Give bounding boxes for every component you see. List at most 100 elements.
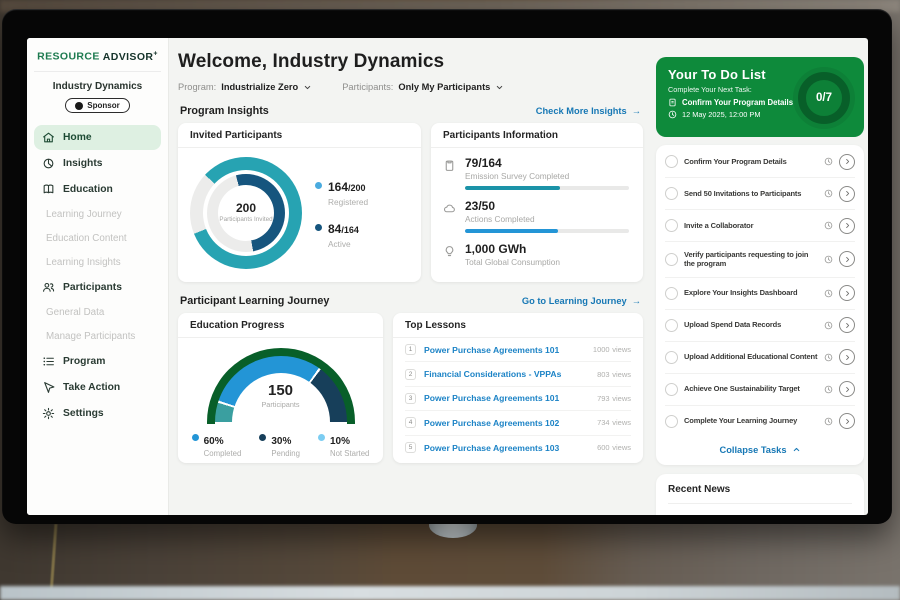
task-row-explore-insights[interactable]: Explore Your Insights Dashboard [665,278,855,310]
lesson-rank: 5 [405,442,416,453]
active-dot [315,224,322,231]
completed-dot [192,434,199,441]
sponsor-badge: Sponsor [65,98,129,113]
task-open-button[interactable] [839,218,855,234]
brand-logo: RESOURCE ADVISOR+ [34,47,161,72]
chevron-right-icon [844,256,851,263]
task-checkbox[interactable] [665,415,678,428]
donut-center-label: Participants Invited [219,216,272,224]
chevron-down-icon [495,83,504,92]
education-gauge-chart: 150 Participants [207,348,355,424]
lesson-row-1[interactable]: 1 Power Purchase Agreements 101 1000 vie… [405,338,631,362]
arrow-right-icon: → [632,106,641,116]
lesson-link[interactable]: Power Purchase Agreements 101 [424,345,593,355]
task-open-button[interactable] [839,349,855,365]
todo-summary-card: Your To Do List Complete Your Next Task:… [656,57,864,137]
lesson-row-2[interactable]: 2 Financial Considerations - VPPAs 803 v… [405,362,631,386]
chevron-down-icon [303,83,312,92]
lesson-link[interactable]: Financial Considerations - VPPAs [424,369,597,379]
sidebar-item-home[interactable]: Home [34,125,161,150]
task-open-button[interactable] [839,285,855,301]
task-open-button[interactable] [839,381,855,397]
photo-background: RESOURCE ADVISOR+ Industry Dynamics Spon… [0,0,900,600]
stat-emission-survey: 79/164 Emission Survey Completed [443,156,629,190]
education-progress-header: Education Progress [178,313,383,338]
sidebar-item-education[interactable]: Education [34,177,161,202]
program-filter[interactable]: Program: Industrialize Zero [178,82,312,92]
lesson-rank: 4 [405,417,416,428]
task-checkbox[interactable] [665,219,678,232]
chevron-right-icon [844,158,851,165]
sidebar-item-settings[interactable]: Settings [34,401,161,426]
sidebar-item-participants[interactable]: Participants [34,275,161,300]
brand-plus: + [153,50,158,57]
legend-active: 84/164 Active [315,220,368,249]
clock-icon [824,289,833,298]
go-to-learning-journey-link[interactable]: Go to Learning Journey → [522,296,641,306]
task-open-button[interactable] [839,186,855,202]
program-filter-label: Program: [178,82,216,92]
sidebar-item-learning-insights[interactable]: Learning Insights [34,251,161,274]
lesson-link[interactable]: Power Purchase Agreements 102 [424,418,597,428]
stat-bar-fill-1 [465,229,558,233]
task-open-button[interactable] [839,317,855,333]
lesson-rank: 2 [405,369,416,380]
sidebar-item-learning-journey[interactable]: Learning Journey [34,203,161,226]
task-row-send-invitations[interactable]: Send 50 Invitations to Participants [665,178,855,210]
top-lessons-header: Top Lessons [393,313,643,338]
monitor-bezel: RESOURCE ADVISOR+ Industry Dynamics Spon… [2,9,892,524]
check-more-insights-link[interactable]: Check More Insights → [536,106,641,116]
task-checkbox[interactable] [665,383,678,396]
sidebar-item-program[interactable]: Program [34,349,161,374]
legend-completed: 60%Completed [192,431,242,458]
stat-global-consumption: 1,000 GWh Total Global Consumption [443,242,629,267]
lesson-link[interactable]: Power Purchase Agreements 103 [424,443,597,453]
sidebar-item-insights[interactable]: Insights [34,151,161,176]
donut-legend: 164/200 Registered 84/164 Active [315,178,368,249]
task-checkbox[interactable] [665,319,678,332]
task-checkbox[interactable] [665,253,678,266]
lesson-row-4[interactable]: 4 Power Purchase Agreements 102 734 view… [405,411,631,435]
task-row-verify-participants[interactable]: Verify participants requesting to join t… [665,242,855,278]
participants-filter[interactable]: Participants: Only My Participants [342,82,504,92]
sidebar-item-general-data[interactable]: General Data [34,301,161,324]
book-icon [42,183,55,196]
donut-center-value: 200 [236,201,256,215]
task-open-button[interactable] [839,154,855,170]
gauge-center-value: 150 [207,382,355,399]
gauge-legend: 60%Completed 30%Pending 10%Not Started [192,431,370,458]
task-row-achieve-sustainability-target[interactable]: Achieve One Sustainability Target [665,374,855,406]
task-row-confirm-program[interactable]: Confirm Your Program Details [665,146,855,178]
invited-participants-header: Invited Participants [178,123,421,148]
task-checkbox[interactable] [665,287,678,300]
task-open-button[interactable] [839,251,855,267]
task-row-complete-learning-journey[interactable]: Complete Your Learning Journey [665,406,855,437]
task-checkbox[interactable] [665,155,678,168]
task-open-button[interactable] [839,413,855,429]
task-checkbox[interactable] [665,351,678,364]
recent-news-header: Recent News [668,484,852,504]
task-row-invite-collaborator[interactable]: Invite a Collaborator [665,210,855,242]
clock-icon [824,221,833,230]
main-content: Welcome, Industry Dynamics Program: Indu… [169,38,654,515]
task-checkbox[interactable] [665,187,678,200]
collapse-tasks-link[interactable]: Collapse Tasks [665,437,855,464]
invited-participants-card: Invited Participants 200 Participants In… [178,123,421,282]
participants-information-card: Participants Information 79/164 Emission… [431,123,643,282]
task-row-upload-spend-data[interactable]: Upload Spend Data Records [665,310,855,342]
lesson-row-3[interactable]: 3 Power Purchase Agreements 101 793 view… [405,387,631,411]
sponsor-icon [75,102,83,110]
sidebar-item-take-action[interactable]: Take Action [34,375,161,400]
pending-dot [259,434,266,441]
org-name: Industry Dynamics [34,81,161,92]
lesson-row-5[interactable]: 5 Power Purchase Agreements 103 600 view… [405,436,631,460]
sidebar-item-manage-participants[interactable]: Manage Participants [34,325,161,348]
legend-pending: 30%Pending [259,431,300,458]
desk-edge [0,586,900,600]
task-row-upload-educational-content[interactable]: Upload Additional Educational Content [665,342,855,374]
sidebar-item-education-content[interactable]: Education Content [34,227,161,250]
lesson-link[interactable]: Power Purchase Agreements 101 [424,393,597,403]
participants-filter-value: Only My Participants [398,82,490,92]
clock-icon [668,110,677,119]
registered-dot [315,182,322,189]
